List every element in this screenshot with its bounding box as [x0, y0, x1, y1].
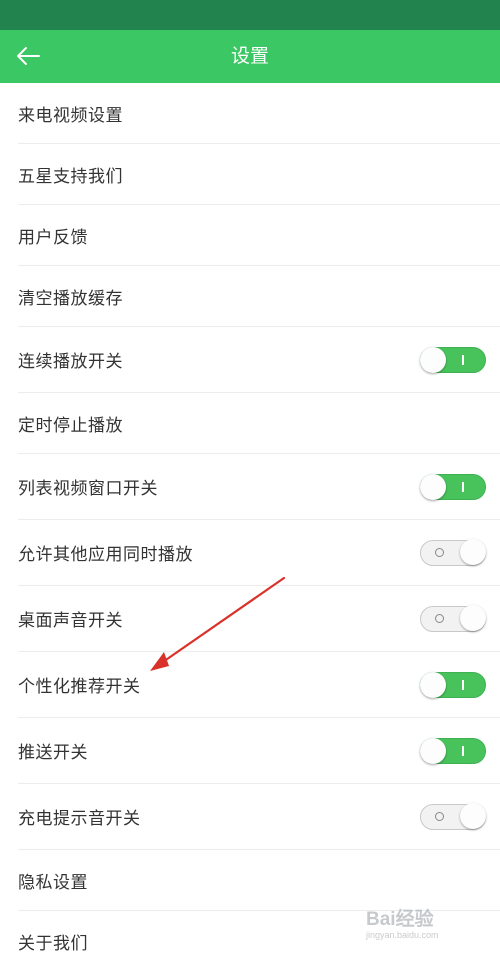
- toggle-knob: [420, 473, 446, 500]
- settings-item-continuous-play[interactable]: 连续播放开关: [18, 327, 500, 393]
- settings-item-sleep-timer[interactable]: 定时停止播放: [18, 393, 500, 454]
- settings-item-feedback[interactable]: 用户反馈: [18, 205, 500, 266]
- personalized-recommendation-toggle[interactable]: [420, 671, 486, 698]
- continuous-play-toggle[interactable]: [420, 346, 486, 373]
- settings-list: 来电视频设置 五星支持我们 用户反馈 清空播放缓存 连续播放开关 定时停止播放 …: [0, 83, 500, 972]
- desktop-sound-toggle[interactable]: [420, 605, 486, 632]
- toggle-knob: [460, 605, 486, 631]
- settings-item-personalized-recommendation[interactable]: 个性化推荐开关: [18, 652, 500, 718]
- settings-item-desktop-sound[interactable]: 桌面声音开关: [18, 586, 500, 652]
- list-video-window-toggle[interactable]: [420, 473, 486, 500]
- settings-item-label: 定时停止播放: [18, 415, 123, 436]
- settings-item-label: 隐私设置: [18, 872, 88, 893]
- charging-sound-toggle[interactable]: [420, 803, 486, 830]
- settings-item-label: 推送开关: [18, 743, 88, 763]
- settings-item-label: 五星支持我们: [18, 166, 123, 187]
- toggle-knob: [420, 346, 446, 373]
- settings-item-allow-other-apps[interactable]: 允许其他应用同时播放: [18, 520, 500, 586]
- settings-item-label: 列表视频窗口开关: [18, 479, 158, 499]
- status-bar: [0, 0, 500, 30]
- on-indicator-icon: [462, 679, 464, 690]
- settings-item-label: 用户反馈: [18, 227, 88, 248]
- settings-item-list-video-window[interactable]: 列表视频窗口开关: [18, 454, 500, 520]
- settings-item-label: 允许其他应用同时播放: [18, 545, 193, 565]
- settings-item-charging-sound[interactable]: 充电提示音开关: [18, 784, 500, 850]
- settings-item-clear-cache[interactable]: 清空播放缓存: [18, 266, 500, 327]
- settings-item-label: 充电提示音开关: [18, 809, 141, 829]
- settings-item-label: 个性化推荐开关: [18, 677, 141, 697]
- push-toggle[interactable]: [420, 737, 486, 764]
- on-indicator-icon: [462, 354, 464, 365]
- off-indicator-icon: [435, 547, 444, 557]
- settings-item-about[interactable]: 关于我们: [18, 911, 500, 972]
- off-indicator-icon: [435, 613, 444, 623]
- settings-item-five-star[interactable]: 五星支持我们: [18, 144, 500, 205]
- page-title: 设置: [230, 45, 269, 67]
- app-bar: 设置: [0, 30, 500, 83]
- settings-item-label: 桌面声音开关: [18, 611, 123, 631]
- off-indicator-icon: [435, 811, 444, 821]
- toggle-knob: [420, 671, 446, 698]
- settings-item-push[interactable]: 推送开关: [18, 718, 500, 784]
- settings-item-label: 清空播放缓存: [18, 288, 123, 309]
- toggle-knob: [460, 539, 486, 565]
- settings-item-incoming-video[interactable]: 来电视频设置: [18, 83, 500, 144]
- toggle-knob: [420, 737, 446, 764]
- settings-item-label: 关于我们: [18, 934, 88, 954]
- settings-item-label: 来电视频设置: [18, 105, 123, 126]
- toggle-knob: [460, 803, 486, 829]
- settings-item-label: 连续播放开关: [18, 352, 123, 372]
- on-indicator-icon: [462, 745, 464, 756]
- allow-other-apps-toggle[interactable]: [420, 539, 486, 566]
- settings-item-privacy[interactable]: 隐私设置: [18, 850, 500, 911]
- on-indicator-icon: [462, 481, 464, 492]
